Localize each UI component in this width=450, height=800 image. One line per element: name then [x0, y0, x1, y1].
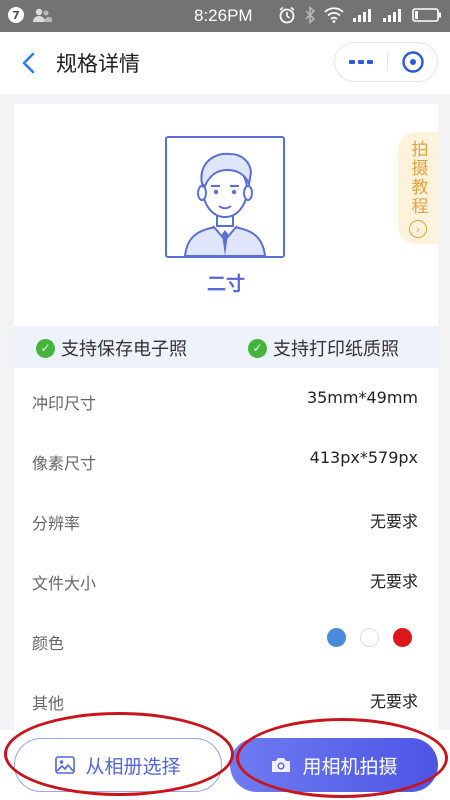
- spec-rows: 冲印尺寸 35mm*49mm 像素尺寸 413px*579px 分辨率 无要求 …: [14, 368, 438, 728]
- person-avatar-icon: [183, 152, 267, 256]
- spec-row-print-size: 冲印尺寸 35mm*49mm: [14, 368, 438, 428]
- spec-card: 二寸 拍摄教程 › ✓ 支持保存电子照 ✓ 支持打印纸质照 冲印尺寸 35mm*…: [14, 104, 438, 744]
- mini-program-capsule: [334, 42, 438, 82]
- support-item-print: ✓ 支持打印纸质照: [248, 335, 399, 361]
- row-label: 冲印尺寸: [32, 394, 97, 413]
- tutorial-label: 拍摄教程: [407, 140, 428, 216]
- row-value: 无要求: [369, 692, 418, 711]
- more-button[interactable]: [335, 43, 387, 81]
- row-label: 分辨率: [32, 514, 81, 533]
- check-circle-icon: ✓: [248, 338, 267, 358]
- row-label: 文件大小: [32, 574, 97, 593]
- bottom-action-bar: 从相册选择 用相机拍摄: [0, 730, 450, 800]
- color-swatch-red: [393, 628, 412, 647]
- support-label: 支持保存电子照: [61, 339, 187, 360]
- camera-button-label: 用相机拍摄: [302, 755, 398, 778]
- battery-icon: [412, 8, 441, 22]
- spec-row-file-size: 文件大小 无要求: [14, 548, 438, 608]
- use-camera-button[interactable]: 用相机拍摄: [230, 738, 438, 792]
- chevron-left-icon: [22, 52, 35, 74]
- row-label: 像素尺寸: [32, 454, 97, 473]
- album-button-label: 从相册选择: [85, 755, 181, 778]
- signal-2-icon: [383, 9, 401, 22]
- signal-1-icon: [353, 9, 371, 22]
- spec-row-color: 颜色: [14, 608, 438, 668]
- size-name: 二寸: [206, 273, 245, 295]
- back-button[interactable]: [16, 49, 44, 77]
- image-icon: [55, 756, 76, 774]
- support-item-electronic: ✓ 支持保存电子照: [36, 335, 187, 361]
- alarm-icon: [279, 6, 295, 24]
- chevron-right-circle-icon: ›: [409, 220, 427, 238]
- row-value: 35mm*49mm: [306, 388, 418, 407]
- close-mini-program-button[interactable]: [388, 43, 438, 81]
- spec-row-other: 其他 无要求: [14, 668, 438, 728]
- row-label: 其他: [32, 694, 65, 713]
- page-title: 规格详情: [56, 52, 140, 76]
- choose-from-album-button[interactable]: 从相册选择: [14, 738, 222, 792]
- color-swatch-blue: [327, 628, 346, 647]
- status-bar: 7 8:26PM: [0, 0, 450, 32]
- row-label: 颜色: [32, 634, 65, 653]
- portrait-illustration: [165, 136, 285, 258]
- nav-header: 规格详情: [0, 32, 450, 94]
- more-dots-icon: [349, 60, 373, 64]
- support-bar: ✓ 支持保存电子照 ✓ 支持打印纸质照: [14, 326, 438, 368]
- support-label: 支持打印纸质照: [273, 339, 399, 360]
- shooting-tutorial-tab[interactable]: 拍摄教程 ›: [398, 132, 438, 244]
- background-color-swatches: [327, 628, 412, 647]
- color-swatch-white: [360, 628, 379, 647]
- contacts-icon: [33, 8, 52, 22]
- spec-row-pixel-size: 像素尺寸 413px*579px: [14, 428, 438, 488]
- bluetooth-icon: [305, 6, 316, 24]
- camera-icon: [272, 758, 291, 772]
- close-circle-icon: [402, 51, 424, 73]
- row-value: 无要求: [369, 512, 418, 531]
- wifi-icon: [324, 7, 344, 23]
- notification-count-badge: 7: [8, 7, 24, 23]
- row-value: 无要求: [369, 572, 418, 591]
- clock: 8:26PM: [194, 6, 253, 25]
- spec-row-resolution: 分辨率 无要求: [14, 488, 438, 548]
- row-value: 413px*579px: [309, 448, 418, 467]
- check-circle-icon: ✓: [36, 338, 55, 358]
